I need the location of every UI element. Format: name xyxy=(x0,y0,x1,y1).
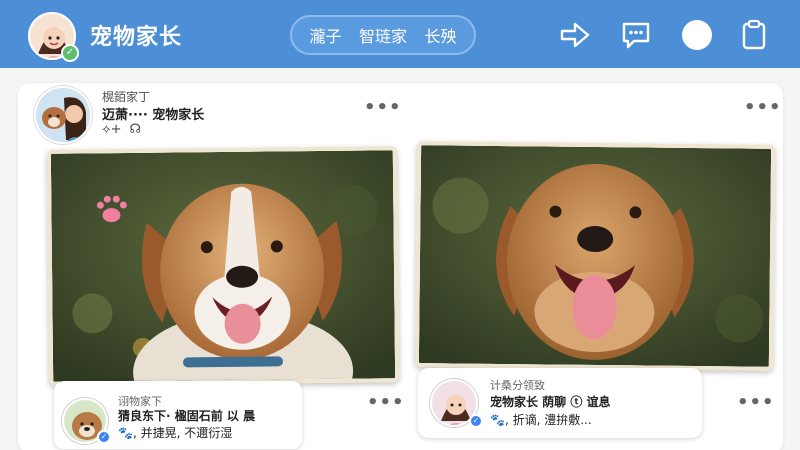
verified-icon: ✓ xyxy=(61,44,79,62)
more-options-button[interactable]: ••• xyxy=(744,97,782,118)
add-tag-button[interactable]: ⟡+ xyxy=(102,122,122,137)
post-author-line[interactable]: 迈萧···· 宠物家长 xyxy=(102,104,204,123)
clipboard-icon[interactable] xyxy=(737,18,771,52)
comment-body: 🐾, 折谪, 澧拚敷... xyxy=(490,413,592,427)
post-subtitle: 榥銆家丁 xyxy=(102,90,151,104)
comment-meta: 计桑分领致 xyxy=(490,379,545,392)
verified-icon: ✓ xyxy=(97,430,111,444)
comment-title: 猜良东下· 楹固石前 以 晨 xyxy=(118,409,256,423)
tab-pill: 瀧子 智琏家 长殃 xyxy=(290,15,476,55)
status-dot[interactable] xyxy=(682,20,712,50)
app-title: 宠物家长 xyxy=(90,25,183,50)
top-bar: ✓ 宠物家长 瀧子 智琏家 长殃 xyxy=(0,0,800,68)
react-button[interactable]: ☊ xyxy=(130,122,142,137)
more-options-button[interactable]: ••• xyxy=(364,97,402,118)
dog-photo[interactable] xyxy=(46,146,400,386)
tab-2[interactable]: 智琏家 xyxy=(359,23,407,47)
share-icon[interactable] xyxy=(558,18,592,52)
tab-1[interactable]: 瀧子 xyxy=(309,23,341,47)
message-icon[interactable] xyxy=(619,18,653,52)
tab-3[interactable]: 长殃 xyxy=(424,23,456,47)
comment-body: 🐾, 并捷晃, 不邇衍湿 xyxy=(118,426,233,440)
more-options-button[interactable]: ••• xyxy=(367,392,405,413)
comment-title: 宠物家长 荫聊 ⓣ 谊息 xyxy=(490,395,611,409)
post-author-avatar[interactable] xyxy=(34,86,92,144)
more-options-button[interactable]: ••• xyxy=(737,392,775,413)
post-actions: ⟡+ ☊ xyxy=(102,122,141,137)
dog-photo[interactable] xyxy=(414,141,776,371)
verified-icon: ✓ xyxy=(469,414,483,428)
